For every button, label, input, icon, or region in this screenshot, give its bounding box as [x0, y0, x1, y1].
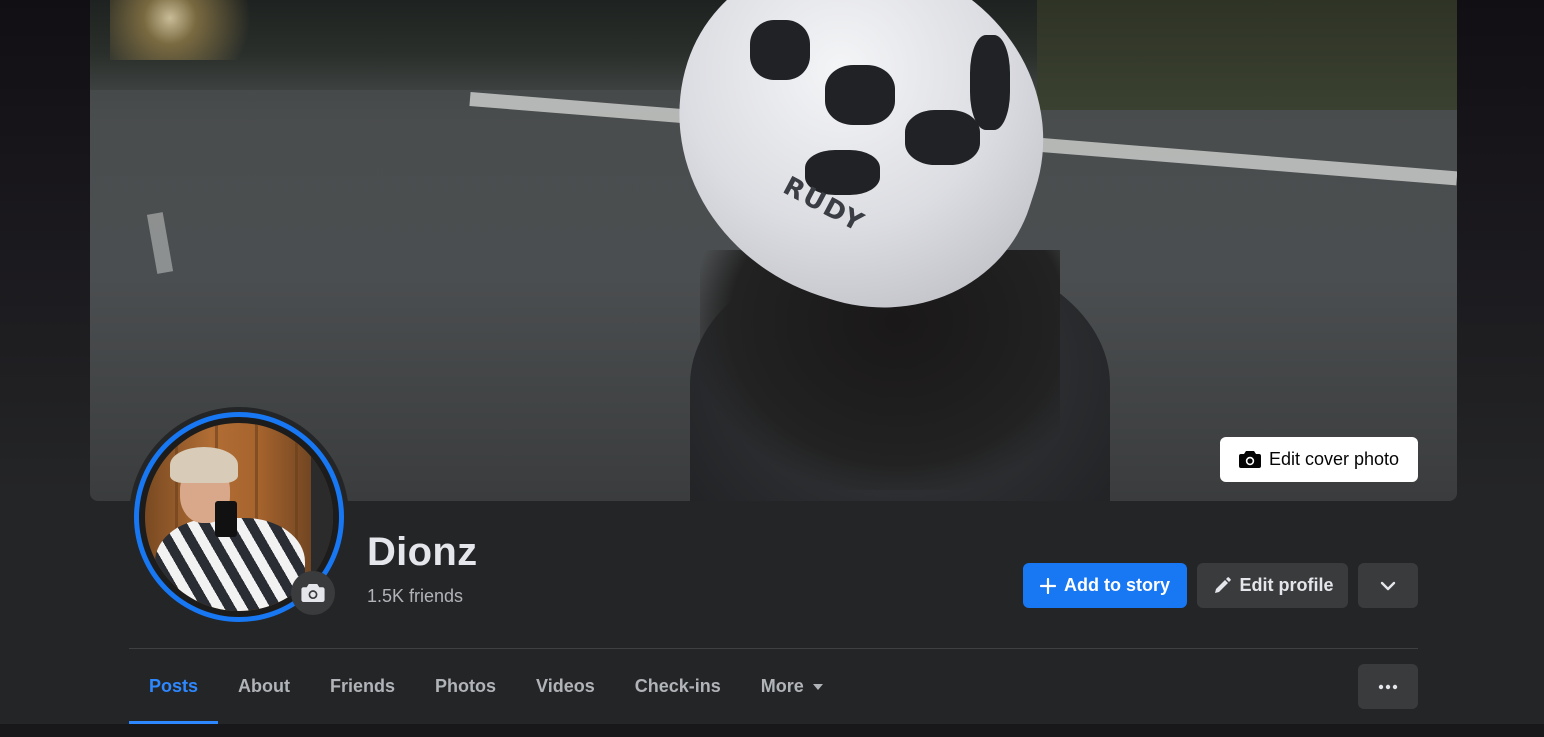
tab-videos[interactable]: Videos: [516, 649, 615, 724]
add-to-story-button[interactable]: Add to story: [1023, 563, 1187, 608]
profile-options-dropdown[interactable]: [1358, 563, 1418, 608]
chevron-down-icon: [1380, 581, 1396, 590]
update-profile-picture-button[interactable]: [291, 571, 335, 615]
cover-grass: [1037, 0, 1457, 110]
tab-label: Photos: [435, 676, 497, 696]
cover-street-lights: [110, 0, 310, 60]
tab-photos[interactable]: Photos: [415, 649, 516, 724]
edit-profile-label: Edit profile: [1239, 575, 1334, 595]
tab-label: Friends: [330, 676, 396, 696]
cover-lane-marking-left: [146, 212, 174, 274]
caret-down-icon: [812, 683, 823, 690]
edit-cover-photo-button[interactable]: Edit cover photo: [1220, 437, 1418, 482]
tab-check-ins[interactable]: Check-ins: [615, 649, 741, 724]
helmet-vent: [750, 20, 810, 80]
more-options-button[interactable]: [1358, 664, 1418, 709]
plus-icon: [1040, 577, 1056, 594]
edit-profile-button[interactable]: Edit profile: [1197, 563, 1348, 608]
tab-label: Videos: [536, 676, 595, 696]
helmet-vent: [970, 35, 1010, 130]
tab-about[interactable]: About: [218, 649, 310, 724]
avatar-cap: [170, 447, 238, 483]
edit-cover-photo-label: Edit cover photo: [1268, 449, 1400, 469]
page-bottom: [0, 724, 1544, 737]
tab-label: About: [238, 676, 291, 696]
add-to-story-label: Add to story: [1064, 575, 1170, 595]
pencil-icon: [1214, 576, 1231, 593]
profile-name: Dionz: [367, 530, 478, 574]
helmet-vent: [825, 65, 895, 125]
tab-more[interactable]: More: [741, 649, 844, 724]
camera-icon: [1238, 451, 1261, 468]
avatar-phone: [215, 501, 237, 537]
tab-label: Check-ins: [634, 676, 721, 696]
more-dots-icon: [1378, 684, 1398, 689]
friends-count[interactable]: 1.5K friends: [367, 586, 463, 607]
tab-label: More: [760, 676, 804, 696]
tab-friends[interactable]: Friends: [310, 649, 415, 724]
profile-tabs: Posts About Friends Photos Videos Check-…: [129, 649, 844, 724]
helmet-vent: [905, 110, 980, 165]
camera-icon: [301, 584, 325, 602]
tab-posts[interactable]: Posts: [129, 649, 219, 724]
tab-label: Posts: [149, 676, 199, 696]
